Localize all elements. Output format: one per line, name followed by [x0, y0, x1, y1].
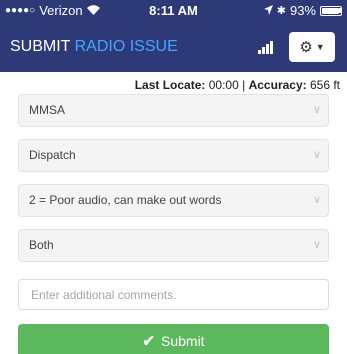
settings-menu-button[interactable]: ⚙ ▼	[289, 32, 335, 62]
page-title-main: SUBMIT	[10, 38, 71, 55]
last-locate-label: Last Locate:	[134, 78, 206, 92]
gear-icon: ⚙	[299, 39, 313, 56]
comments-input[interactable]	[18, 279, 329, 310]
nav-bar: SUBMIT RADIO ISSUE ⚙ ▼	[0, 22, 347, 72]
location-status: Last Locate: 00:00 | Accuracy: 656 ft	[135, 78, 340, 92]
page-title-accent: RADIO ISSUE	[74, 38, 178, 55]
locate-separator: |	[242, 78, 246, 92]
battery-percent: 93%	[289, 3, 316, 18]
chevron-down-icon: ∨	[312, 194, 321, 206]
system-select-value: MMSA	[29, 103, 65, 117]
location-arrow-icon	[263, 3, 273, 18]
accuracy-value: 656 ft	[309, 78, 340, 92]
direction-select-value: Both	[29, 238, 54, 252]
location-type-select[interactable]: Dispatch ∨	[18, 139, 329, 172]
audio-quality-select-value: 2 = Poor audio, can make out words	[29, 193, 222, 207]
location-type-select-value: Dispatch	[29, 148, 76, 162]
battery-icon	[320, 5, 342, 16]
status-right: ✱ 93%	[263, 3, 342, 18]
submit-label: Submit	[161, 333, 205, 349]
status-bar: ●●●●○ Verizon 8:11 AM ✱ 93%	[0, 0, 347, 22]
chevron-down-icon: ∨	[312, 104, 321, 116]
direction-select[interactable]: Both ∨	[18, 229, 329, 262]
last-locate-value: 00:00	[208, 78, 239, 92]
accuracy-label: Accuracy:	[248, 78, 307, 92]
audio-quality-select[interactable]: 2 = Poor audio, can make out words ∨	[18, 184, 329, 217]
bluetooth-icon: ✱	[276, 5, 286, 17]
system-select[interactable]: MMSA ∨	[18, 94, 329, 127]
submit-button[interactable]: ✔ Submit	[18, 324, 329, 354]
checkmark-icon: ✔	[142, 333, 155, 350]
chevron-down-icon: ∨	[312, 149, 321, 161]
caret-down-icon: ▼	[315, 42, 325, 52]
chevron-down-icon: ∨	[312, 239, 321, 251]
signal-bars-icon	[258, 38, 276, 54]
page-title: SUBMIT RADIO ISSUE	[10, 38, 178, 56]
